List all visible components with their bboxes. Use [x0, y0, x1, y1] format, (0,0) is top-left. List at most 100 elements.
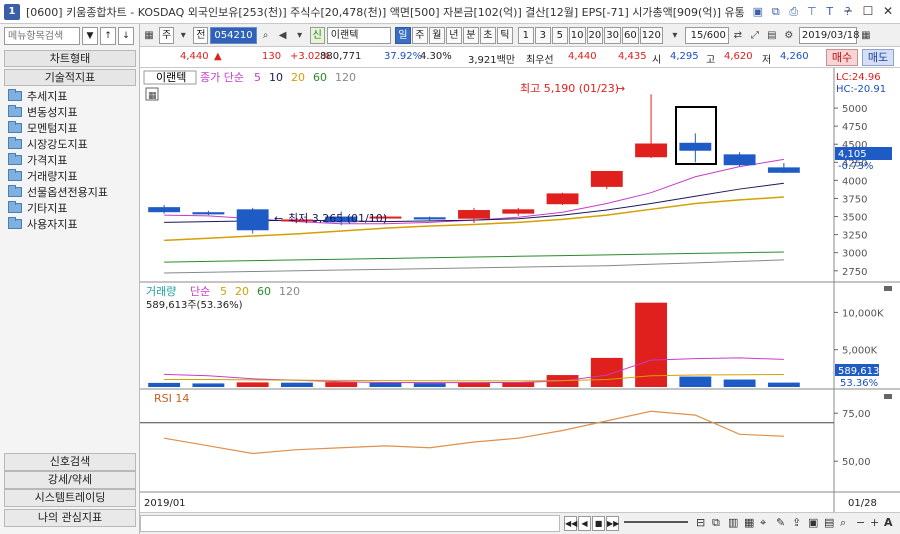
print-icon[interactable]: ⎙ — [787, 5, 801, 19]
indicator-folder-item[interactable]: 추세지표 — [4, 88, 136, 104]
page-counter[interactable]: 15/600 — [684, 26, 729, 44]
step-back-button[interactable]: ◀ — [578, 516, 591, 531]
system-trading-button[interactable]: 시스템트레이딩 — [4, 489, 136, 507]
interval-tab[interactable]: 120 — [639, 26, 663, 44]
rewind-button[interactable]: ◀◀ — [564, 516, 577, 531]
tech-indicator-header[interactable]: 기술적지표 — [4, 69, 136, 86]
view-option-icon[interactable]: ⊟ — [696, 516, 705, 529]
interval-tab[interactable]: 10 — [568, 26, 586, 44]
layout-icon[interactable]: ▦ — [141, 27, 157, 44]
sound-icon[interactable]: ◀ — [275, 27, 291, 44]
stop-button[interactable]: ■ — [592, 516, 605, 531]
sell-button[interactable]: 매도 — [862, 49, 894, 66]
period-tab[interactable]: 월 — [428, 26, 445, 44]
indicator-folder-item[interactable]: 변동성지표 — [4, 104, 136, 120]
chevron-down-icon[interactable]: ▾ — [667, 27, 683, 44]
volume-current-pct: 53.36% — [840, 378, 878, 389]
interval-tab[interactable]: 60 — [622, 26, 639, 44]
gear-icon[interactable]: ⚙ — [781, 27, 797, 44]
indicator-folder-item[interactable]: 사용자지표 — [4, 216, 136, 232]
zoom-icon[interactable]: ⌕ — [840, 516, 846, 530]
calendar-icon[interactable]: ▦ — [858, 27, 874, 44]
crosshair-icon[interactable]: ⌖ — [760, 516, 766, 530]
bull-bear-button[interactable]: 강세/약세 — [4, 471, 136, 489]
save-icon[interactable]: ▤ — [764, 27, 780, 44]
zoom-in-icon[interactable]: + — [870, 516, 879, 529]
arrow-down-icon[interactable]: ↓ — [118, 27, 134, 45]
arrow-up-icon[interactable]: ↑ — [100, 27, 116, 45]
grid-view-icon[interactable]: ▦ — [744, 516, 754, 529]
zoom-slider[interactable] — [624, 521, 688, 523]
chart-area[interactable]: 이랜텍 종가 단순 5 10 20 60 120 ▦ LC:24.96 HC:-20.9… — [140, 68, 900, 512]
interval-tab[interactable]: 5 — [551, 26, 568, 44]
interval-tab[interactable]: 1 — [517, 26, 534, 44]
chart-settings-icon[interactable]: ⇄ — [730, 27, 746, 44]
period-tab[interactable]: 년 — [445, 26, 462, 44]
export-icon[interactable]: ⇪ — [792, 516, 801, 529]
interval-tab[interactable]: 20 — [586, 26, 604, 44]
buy-button[interactable]: 매수 — [826, 49, 858, 66]
text-icon[interactable]: T — [823, 5, 837, 19]
chevron-down-icon[interactable]: ▼ — [82, 27, 98, 45]
rsi-panel-minimize-icon[interactable] — [884, 394, 892, 399]
scroll-track[interactable] — [140, 515, 560, 532]
new-listing-badge: 신 — [309, 26, 325, 44]
market-type-select[interactable]: 주 — [159, 26, 175, 44]
indicator-folder-item[interactable]: 모멘텀지표 — [4, 120, 136, 136]
signal-search-button[interactable]: 신호검색 — [4, 453, 136, 471]
search-icon[interactable]: ⌕ — [258, 27, 274, 44]
volume-panel-minimize-icon[interactable] — [884, 286, 892, 291]
volume-ma-period-label: 20 — [235, 285, 249, 298]
play-button[interactable]: ▶▶ — [606, 516, 619, 531]
indicator-folder-label: 선물옵션전용지표 — [27, 186, 108, 199]
all-toggle[interactable]: 전 — [193, 26, 209, 44]
change-arrow-icon: ▲ — [214, 51, 222, 62]
draw-icon[interactable]: ✎ — [776, 516, 785, 529]
price-legend-name: 이랜텍 — [156, 71, 186, 84]
interval-tabs: 1 3 5 10 20 30 60 120 — [517, 26, 663, 44]
indicator-folder-label: 거래량지표 — [27, 170, 78, 183]
chevron-down-icon[interactable]: ▾ — [175, 27, 191, 44]
period-tab[interactable]: 초 — [479, 26, 496, 44]
maximize-icon[interactable]: ☐ — [860, 3, 876, 19]
period-tab[interactable]: 분 — [462, 26, 479, 44]
pin-icon[interactable]: ⊤ — [805, 5, 819, 19]
link-icon[interactable]: ⤢ — [747, 27, 763, 44]
volume-legend-ma: 단순 — [190, 285, 210, 298]
rsi-tick-label: 50,00 — [842, 457, 871, 468]
period-tab[interactable]: 주 — [411, 26, 428, 44]
turnover-percent: 4.30% — [420, 51, 452, 62]
indicator-folder-item[interactable]: 기타지표 — [4, 200, 136, 216]
copy-icon[interactable]: ⧉ — [769, 5, 783, 19]
zoom-out-icon[interactable]: − — [856, 516, 865, 529]
interval-tab[interactable]: 30 — [604, 26, 621, 44]
close-icon[interactable]: ✕ — [880, 3, 896, 19]
best-quote-label: 최우선 — [526, 55, 554, 66]
screenshot-icon[interactable]: ▣ — [808, 516, 818, 529]
pattern-icon[interactable]: ▤ — [824, 516, 834, 529]
indicator-folder-item[interactable]: 시장강도지표 — [4, 136, 136, 152]
font-size-icon[interactable]: A — [884, 516, 893, 529]
indicator-folder-item[interactable]: 거래량지표 — [4, 168, 136, 184]
period-tab[interactable]: 틱 — [496, 26, 513, 44]
open-label: 시 — [652, 55, 662, 66]
menu-search-input[interactable] — [4, 27, 80, 45]
chart-svg[interactable]: 이랜텍 종가 단순 5 10 20 60 120 ▦ LC:24.96 HC:-20.9… — [140, 68, 900, 512]
x-axis-end: 01/28 — [848, 498, 877, 509]
indicator-folder-item[interactable]: 가격지표 — [4, 152, 136, 168]
my-indicators-button[interactable]: 나의 관심지표 — [4, 509, 136, 527]
date-field[interactable]: 2019/03/18 — [798, 26, 859, 44]
period-tab[interactable]: 일 — [394, 26, 411, 44]
split-view-icon[interactable]: ▥ — [728, 516, 738, 529]
minimize-icon[interactable]: ─ — [840, 3, 856, 19]
price-tick-label: 3000 — [842, 249, 867, 260]
interval-tab[interactable]: 3 — [534, 26, 551, 44]
save-icon[interactable]: ▣ — [751, 5, 765, 19]
indicator-folder-item[interactable]: 선물옵션전용지표 — [4, 184, 136, 200]
copy-chart-icon[interactable]: ⧉ — [712, 516, 720, 530]
stock-name-field[interactable]: 이랜텍 — [326, 26, 391, 44]
stock-code-input[interactable]: 054210 — [210, 26, 257, 44]
history-icon[interactable]: ▾ — [292, 27, 308, 44]
chart-type-header[interactable]: 차트형태 — [4, 50, 136, 67]
change-value: 130 — [262, 51, 282, 62]
